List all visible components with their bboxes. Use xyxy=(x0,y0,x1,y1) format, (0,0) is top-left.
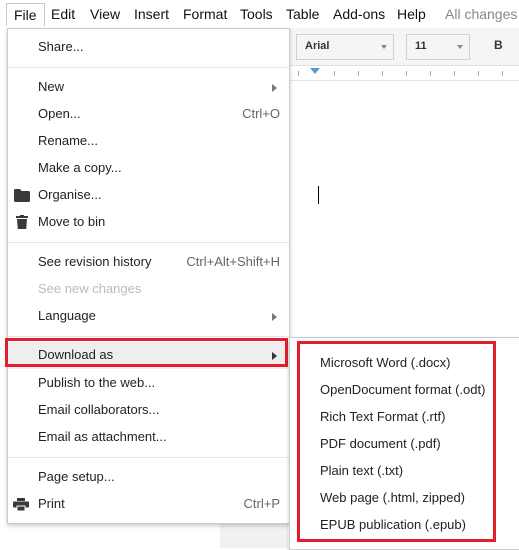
ruler-tick xyxy=(502,71,503,76)
text-cursor xyxy=(318,186,319,204)
menu-item-label: New xyxy=(38,79,65,94)
menu-addons[interactable]: Add-ons xyxy=(333,5,385,23)
download-submenu-highlight xyxy=(297,341,496,542)
ruler-tick xyxy=(382,71,383,76)
menu-item-publish[interactable]: Publish to the web... xyxy=(8,370,289,397)
toolbar: Arial 11 B xyxy=(288,28,519,66)
menu-divider xyxy=(8,336,289,337)
ruler-tick xyxy=(406,71,407,76)
menu-table[interactable]: Table xyxy=(286,5,319,23)
menu-file[interactable]: File xyxy=(6,3,45,26)
font-select-value: Arial xyxy=(305,40,330,52)
download-as-highlight xyxy=(5,338,288,367)
menu-item-label: See new changes xyxy=(38,281,142,296)
menu-format[interactable]: Format xyxy=(183,5,227,23)
menu-item-revision-history[interactable]: See revision history Ctrl+Alt+Shift+H xyxy=(8,249,289,276)
bold-button[interactable]: B xyxy=(494,38,503,52)
menu-item-label: Move to bin xyxy=(38,214,106,229)
chevron-right-icon xyxy=(272,313,277,321)
menu-item-email-collaborators[interactable]: Email collaborators... xyxy=(8,397,289,424)
menu-item-label: See revision history xyxy=(38,254,152,269)
file-menu: Share... New Open... Ctrl+O Rename... Ma… xyxy=(7,28,290,524)
menu-item-organise[interactable]: Organise... xyxy=(8,182,289,209)
shortcut-label: Ctrl+P xyxy=(243,496,280,511)
menu-item-label: Page setup... xyxy=(38,469,115,484)
menu-item-label: Print xyxy=(38,496,65,511)
ruler xyxy=(288,66,519,81)
menu-help[interactable]: Help xyxy=(397,5,426,23)
menu-item-language[interactable]: Language xyxy=(8,303,289,330)
menu-item-new[interactable]: New xyxy=(8,74,289,101)
ruler-tick xyxy=(454,71,455,76)
font-size-select[interactable]: 11 xyxy=(406,34,470,60)
menu-item-label: Language xyxy=(38,308,96,323)
menu-item-page-setup[interactable]: Page setup... xyxy=(8,464,289,491)
printer-icon xyxy=(13,498,29,514)
menu-item-label: Organise... xyxy=(38,187,102,202)
menu-item-open[interactable]: Open... Ctrl+O xyxy=(8,101,289,128)
menu-bar: File Edit View Insert Format Tools Table… xyxy=(0,0,519,40)
menu-item-label: Email collaborators... xyxy=(38,402,160,417)
menu-item-label: Share... xyxy=(38,39,84,54)
chevron-right-icon xyxy=(272,84,277,92)
font-size-value: 11 xyxy=(415,40,427,52)
menu-view[interactable]: View xyxy=(90,5,120,23)
ruler-tick xyxy=(334,71,335,76)
trash-icon xyxy=(16,215,28,232)
ruler-tick xyxy=(478,71,479,76)
menu-item-print[interactable]: Print Ctrl+P xyxy=(8,491,289,518)
ruler-tick xyxy=(358,71,359,76)
ruler-tick xyxy=(430,71,431,76)
menu-item-label: Email as attachment... xyxy=(38,429,167,444)
menu-item-email-attachment[interactable]: Email as attachment... xyxy=(8,424,289,451)
menu-item-rename[interactable]: Rename... xyxy=(8,128,289,155)
menu-item-share[interactable]: Share... xyxy=(8,34,289,61)
menu-item-label: Publish to the web... xyxy=(38,375,156,390)
menu-item-label: Rename... xyxy=(38,133,98,148)
folder-icon xyxy=(14,189,30,205)
menu-divider xyxy=(8,242,289,243)
menu-item-label: Open... xyxy=(38,106,81,121)
font-select[interactable]: Arial xyxy=(296,34,394,60)
menu-item-make-copy[interactable]: Make a copy... xyxy=(8,155,289,182)
chevron-down-icon xyxy=(381,45,387,49)
menu-item-move-to-bin[interactable]: Move to bin xyxy=(8,209,289,236)
menu-divider xyxy=(8,67,289,68)
chevron-down-icon xyxy=(457,45,463,49)
menu-edit[interactable]: Edit xyxy=(51,5,75,23)
menu-item-label: Make a copy... xyxy=(38,160,122,175)
shortcut-label: Ctrl+Alt+Shift+H xyxy=(186,254,280,269)
menu-item-new-changes: See new changes xyxy=(8,276,289,303)
indent-marker[interactable] xyxy=(310,68,320,74)
menu-tools[interactable]: Tools xyxy=(240,5,273,23)
shortcut-label: Ctrl+O xyxy=(242,106,280,121)
menu-divider xyxy=(8,457,289,458)
ruler-tick xyxy=(298,71,299,76)
menu-insert[interactable]: Insert xyxy=(134,5,169,23)
